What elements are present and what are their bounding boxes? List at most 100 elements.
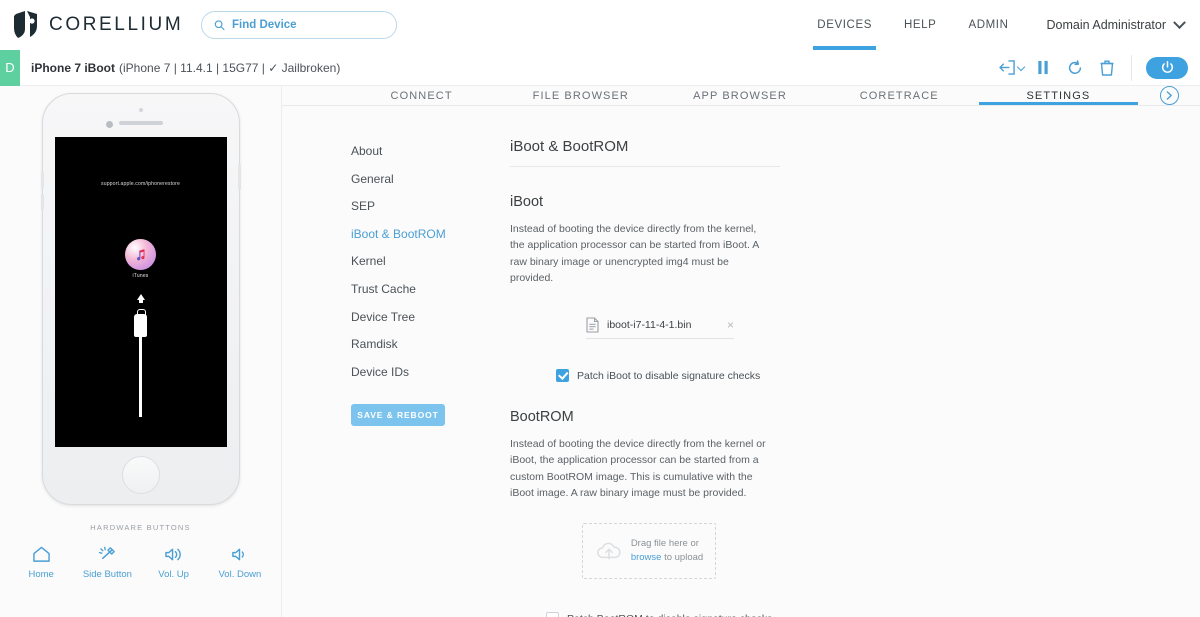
- chevron-right-circle-icon: [1159, 86, 1179, 105]
- volume-down-icon: [232, 548, 245, 561]
- nav-link-devices[interactable]: DEVICES: [801, 0, 888, 50]
- settings-item-sep[interactable]: SEP: [351, 193, 510, 221]
- brand-name: CORELLIUM: [49, 14, 184, 35]
- bootrom-patch-checkbox[interactable]: [546, 612, 559, 617]
- top-navigation-bar: CORELLIUM DEVICES HELP ADMIN Domain Admi…: [0, 0, 1200, 50]
- bootrom-patch-checkbox-row: Patch BootROM to disable signature check…: [546, 612, 1160, 617]
- hardware-button-volume-down[interactable]: Vol. Down: [212, 546, 268, 580]
- itunes-label: iTunes: [132, 273, 149, 279]
- phone-side-nub: [237, 164, 241, 190]
- home-icon: [32, 546, 50, 562]
- tab-bar: CONNECT FILE BROWSER APP BROWSER CORETRA…: [282, 86, 1200, 106]
- dropzone-line2: to upload: [661, 552, 704, 564]
- pause-icon[interactable]: [1027, 50, 1059, 86]
- settings-item-about[interactable]: About: [351, 138, 510, 166]
- nav-links: DEVICES HELP ADMIN Domain Administrator: [801, 0, 1186, 50]
- main-area: support.apple.com/iphonerestore iTunes H…: [0, 86, 1200, 617]
- settings-item-ramdisk[interactable]: Ramdisk: [351, 331, 510, 359]
- nav-link-admin[interactable]: ADMIN: [952, 0, 1024, 50]
- clear-file-icon[interactable]: ×: [727, 319, 734, 331]
- iboot-description: Instead of booting the device directly f…: [510, 223, 759, 284]
- device-name: iPhone 7 iBoot: [31, 60, 115, 75]
- settings-item-device-ids[interactable]: Device IDs: [351, 359, 510, 387]
- iboot-patch-checkbox[interactable]: [556, 369, 569, 383]
- phone-sensor: [138, 108, 143, 112]
- tab-file-browser[interactable]: FILE BROWSER: [501, 86, 660, 105]
- iboot-file-field[interactable]: iboot-i7-11-4-1.bin ×: [586, 317, 734, 340]
- hardware-button-home[interactable]: Home: [13, 546, 69, 580]
- chevron-down-icon: [1016, 62, 1025, 71]
- itunes-logo-icon: [125, 239, 156, 270]
- find-device-search[interactable]: [201, 11, 398, 39]
- device-status-badge: D: [0, 49, 20, 86]
- nav-link-help[interactable]: HELP: [888, 0, 952, 50]
- cloud-upload-icon: [596, 542, 621, 560]
- detail-title: iBoot & BootROM: [510, 138, 780, 167]
- hardware-button-label: Side Button: [82, 569, 132, 580]
- user-menu[interactable]: Domain Administrator: [1025, 15, 1186, 32]
- lightning-cable-icon: [134, 309, 147, 417]
- device-meta: (iPhone 7 | 11.4.1 | 15G77 | ✓ Jailbroke…: [119, 60, 341, 75]
- tab-settings[interactable]: SETTINGS: [978, 86, 1139, 105]
- phone-home-button[interactable]: [121, 456, 160, 494]
- tab-next-button[interactable]: [1138, 86, 1200, 105]
- bootrom-heading: BootROM: [510, 409, 574, 426]
- device-preview-panel: support.apple.com/iphonerestore iTunes H…: [0, 86, 282, 617]
- dropzone-line1: Drag file here or: [630, 537, 699, 549]
- tab-connect[interactable]: CONNECT: [342, 86, 501, 105]
- chevron-down-icon: [1173, 15, 1186, 29]
- phone-mockup: support.apple.com/iphonerestore iTunes: [40, 93, 241, 505]
- hardware-button-label: Home: [28, 569, 54, 580]
- hardware-button-side[interactable]: Side Button: [79, 546, 135, 580]
- phone-volume-up-nub: [40, 172, 44, 188]
- iboot-heading: iBoot: [510, 194, 544, 210]
- settings-item-trust-cache[interactable]: Trust Cache: [351, 276, 510, 304]
- settings-detail: iBoot & BootROM iBoot Instead of booting…: [510, 138, 1200, 617]
- settings-item-general[interactable]: General: [351, 166, 510, 194]
- user-name: Domain Administrator: [1046, 18, 1167, 32]
- phone-volume-down-nub: [40, 194, 44, 210]
- brand-logo[interactable]: CORELLIUM: [14, 11, 183, 39]
- settings-menu: About General SEP iBoot & BootROM Kernel…: [282, 138, 510, 617]
- bootrom-description: Instead of booting the device directly f…: [510, 438, 766, 499]
- corellium-logo-icon: [14, 11, 37, 38]
- iboot-file-name: iboot-i7-11-4-1.bin: [607, 319, 692, 332]
- power-icon: [1161, 61, 1173, 73]
- device-screen[interactable]: support.apple.com/iphonerestore iTunes: [54, 137, 227, 447]
- bootrom-patch-label: Patch BootROM to disable signature check…: [567, 613, 772, 617]
- hardware-button-label: Vol. Up: [158, 569, 189, 580]
- phone-camera: [105, 121, 113, 128]
- search-input[interactable]: [232, 19, 385, 31]
- trash-icon[interactable]: [1091, 50, 1123, 86]
- arrow-up-icon: [136, 294, 145, 303]
- save-and-reboot-button[interactable]: SAVE & REBOOT: [351, 404, 445, 427]
- export-icon[interactable]: [995, 50, 1027, 86]
- side-button-icon: [98, 546, 115, 560]
- document-icon: [586, 317, 599, 333]
- power-button[interactable]: [1146, 56, 1188, 79]
- restore-url-text: support.apple.com/iphonerestore: [101, 181, 180, 187]
- settings-item-iboot-bootrom[interactable]: iBoot & BootROM: [351, 221, 510, 249]
- hardware-button-volume-up[interactable]: Vol. Up: [146, 546, 202, 580]
- tab-app-browser[interactable]: APP BROWSER: [660, 86, 819, 105]
- bootrom-dropzone[interactable]: Drag file here or browse to upload: [582, 523, 716, 580]
- phone-speaker: [118, 121, 163, 125]
- dropzone-text: Drag file here or browse to upload: [631, 537, 703, 566]
- dropzone-line2-wrap: browse to upload: [631, 551, 703, 565]
- settings-item-device-tree[interactable]: Device Tree: [351, 304, 510, 332]
- content-area: CONNECT FILE BROWSER APP BROWSER CORETRA…: [282, 86, 1200, 617]
- tab-coretrace[interactable]: CORETRACE: [820, 86, 979, 105]
- device-actions: [995, 50, 1200, 86]
- settings-item-kernel[interactable]: Kernel: [351, 248, 510, 276]
- settings-panel: About General SEP iBoot & BootROM Kernel…: [282, 106, 1200, 617]
- volume-up-icon: [165, 548, 181, 561]
- hardware-buttons-row: Home Side Button Vol. Up Vol. Down: [0, 546, 281, 580]
- toolbar-divider: [1131, 54, 1132, 81]
- restart-icon[interactable]: [1059, 50, 1091, 86]
- hardware-buttons-title: HARDWARE BUTTONS: [90, 523, 191, 532]
- iboot-patch-label: Patch iBoot to disable signature checks: [577, 369, 761, 382]
- browse-link[interactable]: browse: [631, 552, 662, 563]
- search-icon: [214, 20, 225, 31]
- iboot-patch-checkbox-row: Patch iBoot to disable signature checks: [556, 369, 1160, 383]
- device-toolbar: D iPhone 7 iBoot (iPhone 7 | 11.4.1 | 15…: [0, 49, 1200, 86]
